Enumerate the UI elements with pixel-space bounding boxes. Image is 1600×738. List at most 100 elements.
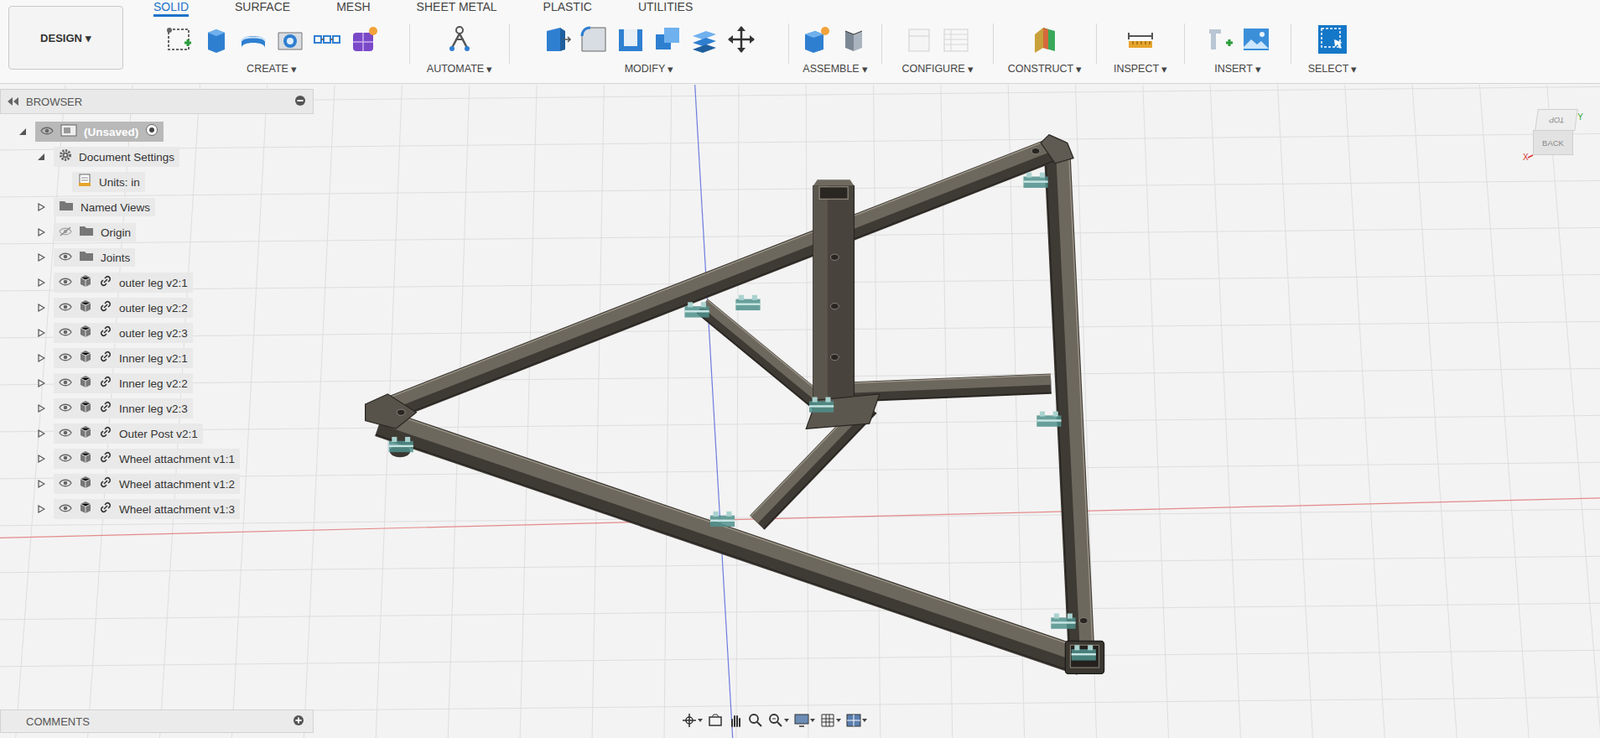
browser-item[interactable]: Inner leg v2:2	[0, 370, 314, 396]
joint-icon[interactable]	[710, 511, 735, 527]
browser-item-label[interactable]: Units: in	[98, 176, 141, 189]
browser-item-label[interactable]: Named Views	[80, 201, 151, 214]
outer-leg[interactable]	[375, 410, 1086, 674]
tool-group-label[interactable]: INSERT	[1214, 62, 1253, 76]
tool-group-menu[interactable]: AUTOMATE▾	[426, 62, 493, 78]
browser-item-box[interactable]: outer leg v2:1	[53, 272, 193, 293]
browser-item[interactable]: Named Views	[0, 194, 314, 220]
tool-group-label[interactable]: ASSEMBLE	[802, 62, 859, 76]
browser-item[interactable]: Units: in	[0, 169, 314, 195]
hole-icon[interactable]	[274, 23, 307, 56]
form-icon[interactable]	[348, 23, 380, 56]
browser-item-box[interactable]: Inner leg v2:1	[53, 348, 193, 369]
fillet-icon[interactable]	[577, 23, 610, 56]
tool-group-label[interactable]: CONSTRUCT	[1007, 62, 1074, 76]
move-icon[interactable]	[725, 23, 758, 56]
viewports-icon[interactable]	[846, 712, 868, 728]
browser-item-label[interactable]: outer leg v2:2	[119, 301, 188, 315]
dropdown-caret[interactable]: ▾	[1075, 62, 1082, 76]
browser-item-box[interactable]: Named Views	[53, 197, 156, 217]
browser-item-label[interactable]: Inner leg v2:2	[119, 377, 188, 390]
browser-item[interactable]: Inner leg v2:1	[0, 345, 314, 371]
eye-icon[interactable]	[58, 300, 73, 316]
browser-item-box[interactable]: outer leg v2:2	[53, 297, 193, 318]
collapsed-triangle-icon[interactable]	[36, 300, 46, 316]
tool-group-menu[interactable]: INSERT▾	[1214, 62, 1262, 78]
dropdown-caret[interactable]: ▾	[1255, 62, 1262, 76]
browser-item[interactable]: outer leg v2:3	[0, 320, 314, 346]
measure-icon[interactable]	[1124, 23, 1157, 56]
tab[interactable]: UTILITIES	[638, 0, 693, 17]
view-cube[interactable]: TOPBACKXY	[1526, 107, 1582, 172]
browser-item-box[interactable]: Wheel attachment v1:2	[53, 473, 240, 494]
eye-icon[interactable]	[58, 375, 73, 391]
joint-icon[interactable]	[1050, 613, 1076, 629]
collapsed-triangle-icon[interactable]	[36, 249, 46, 265]
eye-icon[interactable]	[58, 400, 73, 416]
joint-icon[interactable]	[809, 396, 834, 412]
browser-item-box[interactable]: (Unsaved)	[35, 121, 164, 142]
tool-group-menu[interactable]: MODIFY▾	[624, 62, 675, 78]
browser-item[interactable]: (Unsaved)	[0, 119, 314, 145]
collapse-panel-icon[interactable]	[7, 95, 20, 109]
dropdown-caret[interactable]: ▾	[1161, 62, 1168, 76]
collapsed-triangle-icon[interactable]	[36, 375, 46, 391]
configure-rules-icon[interactable]	[940, 23, 972, 56]
eye-icon[interactable]	[58, 249, 73, 265]
browser-item[interactable]: Joints	[0, 244, 314, 271]
design-workspace-menu[interactable]: DESIGN▾	[8, 5, 124, 70]
revolve-icon[interactable]	[237, 23, 270, 56]
browser-item-label[interactable]: Inner leg v2:1	[119, 352, 188, 365]
joint-icon[interactable]	[684, 301, 709, 317]
browser-item[interactable]: Outer Post v2:1	[0, 420, 314, 447]
joint-icon[interactable]	[1023, 172, 1048, 188]
eye-icon[interactable]	[58, 350, 73, 366]
collapsed-triangle-icon[interactable]	[36, 425, 46, 442]
fit-icon[interactable]	[768, 712, 790, 728]
dropdown-caret[interactable]: ▾	[85, 31, 92, 45]
tool-group-menu[interactable]: CREATE▾	[246, 62, 297, 78]
tool-group-label[interactable]: SELECT	[1308, 62, 1350, 76]
browser-item-box[interactable]: Joints	[53, 248, 136, 267]
pattern-icon[interactable]	[311, 23, 343, 56]
tool-group-menu[interactable]: CONSTRUCT▾	[1007, 62, 1082, 78]
automate-icon[interactable]	[443, 23, 476, 56]
collapsed-triangle-icon[interactable]	[36, 476, 46, 492]
browser-item-label[interactable]: Outer Post v2:1	[119, 427, 198, 441]
browser-item[interactable]: Origin	[0, 219, 314, 245]
combine-icon[interactable]	[651, 23, 684, 56]
browser-item-label[interactable]: outer leg v2:1	[119, 276, 188, 290]
look-at-icon[interactable]	[707, 712, 723, 728]
hidden-eye-icon[interactable]	[58, 224, 73, 240]
joint-icon[interactable]	[735, 295, 760, 311]
collapsed-triangle-icon[interactable]	[36, 350, 46, 366]
browser-item[interactable]: Wheel attachment v1:2	[0, 471, 314, 497]
active-radio-icon[interactable]	[145, 123, 159, 141]
shell-icon[interactable]	[614, 23, 647, 56]
collapsed-triangle-icon[interactable]	[36, 400, 46, 416]
orbit-icon[interactable]	[681, 712, 703, 728]
tab[interactable]: SHEET METAL	[416, 0, 498, 17]
add-comment-icon[interactable]	[292, 714, 305, 729]
expanded-triangle-icon[interactable]	[36, 149, 46, 165]
browser-item-box[interactable]: outer leg v2:3	[53, 322, 193, 343]
eye-icon[interactable]	[58, 476, 73, 492]
display-settings-icon[interactable]	[794, 712, 816, 728]
workspace-label[interactable]: DESIGN	[40, 31, 83, 45]
browser-item-box[interactable]: Inner leg v2:3	[53, 398, 193, 419]
browser-item-box[interactable]: Inner leg v2:2	[53, 373, 193, 394]
collapsed-triangle-icon[interactable]	[36, 325, 46, 341]
tool-group-menu[interactable]: CONFIGURE▾	[902, 62, 974, 78]
eye-icon[interactable]	[58, 451, 73, 467]
configure-table-icon[interactable]	[903, 23, 936, 56]
tool-group-menu[interactable]: SELECT▾	[1308, 62, 1358, 78]
hub[interactable]	[805, 394, 880, 429]
collapsed-triangle-icon[interactable]	[36, 224, 46, 240]
outer-leg[interactable]	[381, 138, 1061, 421]
dropdown-caret[interactable]: ▾	[667, 62, 674, 76]
browser-item-label[interactable]: Wheel attachment v1:2	[119, 477, 235, 491]
tool-group-menu[interactable]: ASSEMBLE▾	[802, 62, 868, 78]
joint-icon[interactable]	[1071, 644, 1097, 660]
browser-item-label[interactable]: (Unsaved)	[83, 125, 139, 139]
tab[interactable]: PLASTIC	[543, 0, 593, 17]
